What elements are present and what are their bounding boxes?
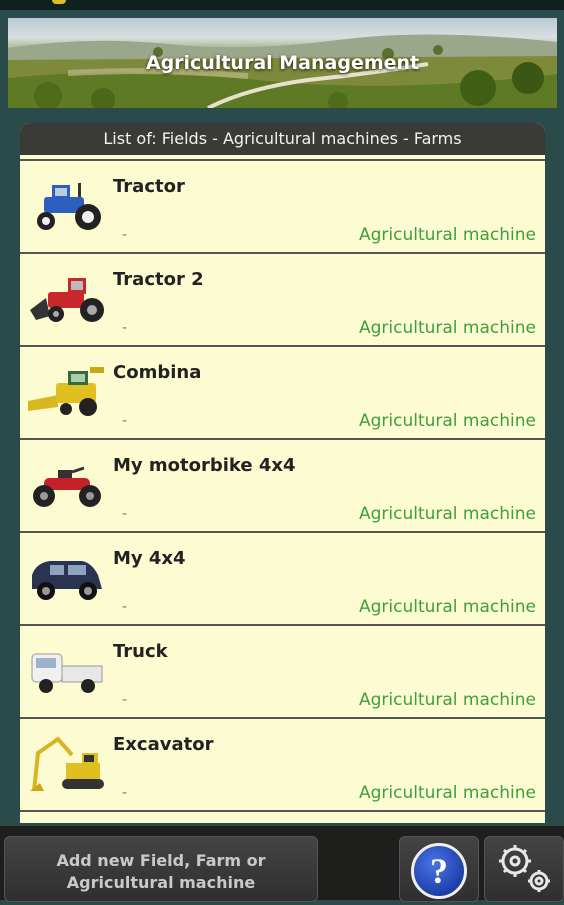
item-type: Agricultural machine: [358, 225, 536, 245]
list-item[interactable]: Combina - Agricultural machine: [20, 345, 545, 438]
item-type: Agricultural machine: [358, 690, 536, 710]
list-item[interactable]: My 4x4 - Agricultural machine: [20, 531, 545, 624]
item-detail: -: [122, 599, 128, 615]
item-type: Agricultural machine: [358, 504, 536, 524]
tractor-blue-icon: [37, 183, 101, 230]
settings-button[interactable]: [484, 836, 564, 902]
header-banner: Agricultural Management: [8, 18, 557, 108]
machine-list-panel: List of: Fields - Agricultural machines …: [20, 123, 545, 823]
item-detail: -: [122, 692, 128, 708]
list-item[interactable]: Tractor 2 - Agricultural machine: [20, 252, 545, 345]
excavator-icon: [30, 736, 104, 792]
add-new-button-label: Add new Field, Farm or Agricultural mach…: [56, 851, 266, 892]
machine-list: Tractor - Agricultural machine Tractor 2…: [20, 159, 545, 823]
banner-title: Agricultural Management: [145, 52, 420, 74]
list-header: List of: Fields - Agricultural machines …: [20, 123, 545, 159]
item-type: Agricultural machine: [358, 597, 536, 617]
bottom-toolbar: Add new Field, Farm or Agricultural mach…: [0, 826, 564, 902]
item-detail: -: [122, 785, 128, 801]
item-name: Tractor 2: [113, 269, 204, 290]
status-bar: [0, 0, 564, 10]
item-type: Agricultural machine: [358, 318, 536, 338]
item-name: Tractor: [113, 176, 185, 197]
list-item-partial[interactable]: [20, 810, 545, 823]
pickup-truck-icon: [31, 653, 103, 693]
help-icon: ?: [411, 843, 467, 899]
item-type: Agricultural machine: [358, 411, 536, 431]
gears-icon: [499, 845, 550, 892]
item-name: My 4x4: [113, 548, 186, 569]
combine-harvester-icon: [28, 367, 104, 416]
status-indicator: [52, 0, 66, 4]
quad-bike-icon: [33, 466, 101, 507]
list-item[interactable]: Truck - Agricultural machine: [20, 624, 545, 717]
list-item[interactable]: Tractor - Agricultural machine: [20, 159, 545, 252]
list-item[interactable]: Excavator - Agricultural machine: [20, 717, 545, 810]
list-item[interactable]: My motorbike 4x4 - Agricultural machine: [20, 438, 545, 531]
item-name: Excavator: [113, 734, 214, 755]
add-new-button[interactable]: Add new Field, Farm or Agricultural mach…: [4, 836, 318, 902]
item-detail: -: [122, 506, 128, 522]
item-detail: -: [122, 413, 128, 429]
tractor-red-icon: [30, 278, 104, 322]
item-name: My motorbike 4x4: [113, 455, 296, 476]
suv-icon: [32, 561, 102, 600]
item-name: Truck: [113, 641, 168, 662]
item-name: Combina: [113, 362, 202, 383]
item-detail: -: [122, 320, 128, 336]
help-button[interactable]: ?: [399, 836, 479, 902]
item-type: Agricultural machine: [358, 783, 536, 803]
item-detail: -: [122, 227, 128, 243]
